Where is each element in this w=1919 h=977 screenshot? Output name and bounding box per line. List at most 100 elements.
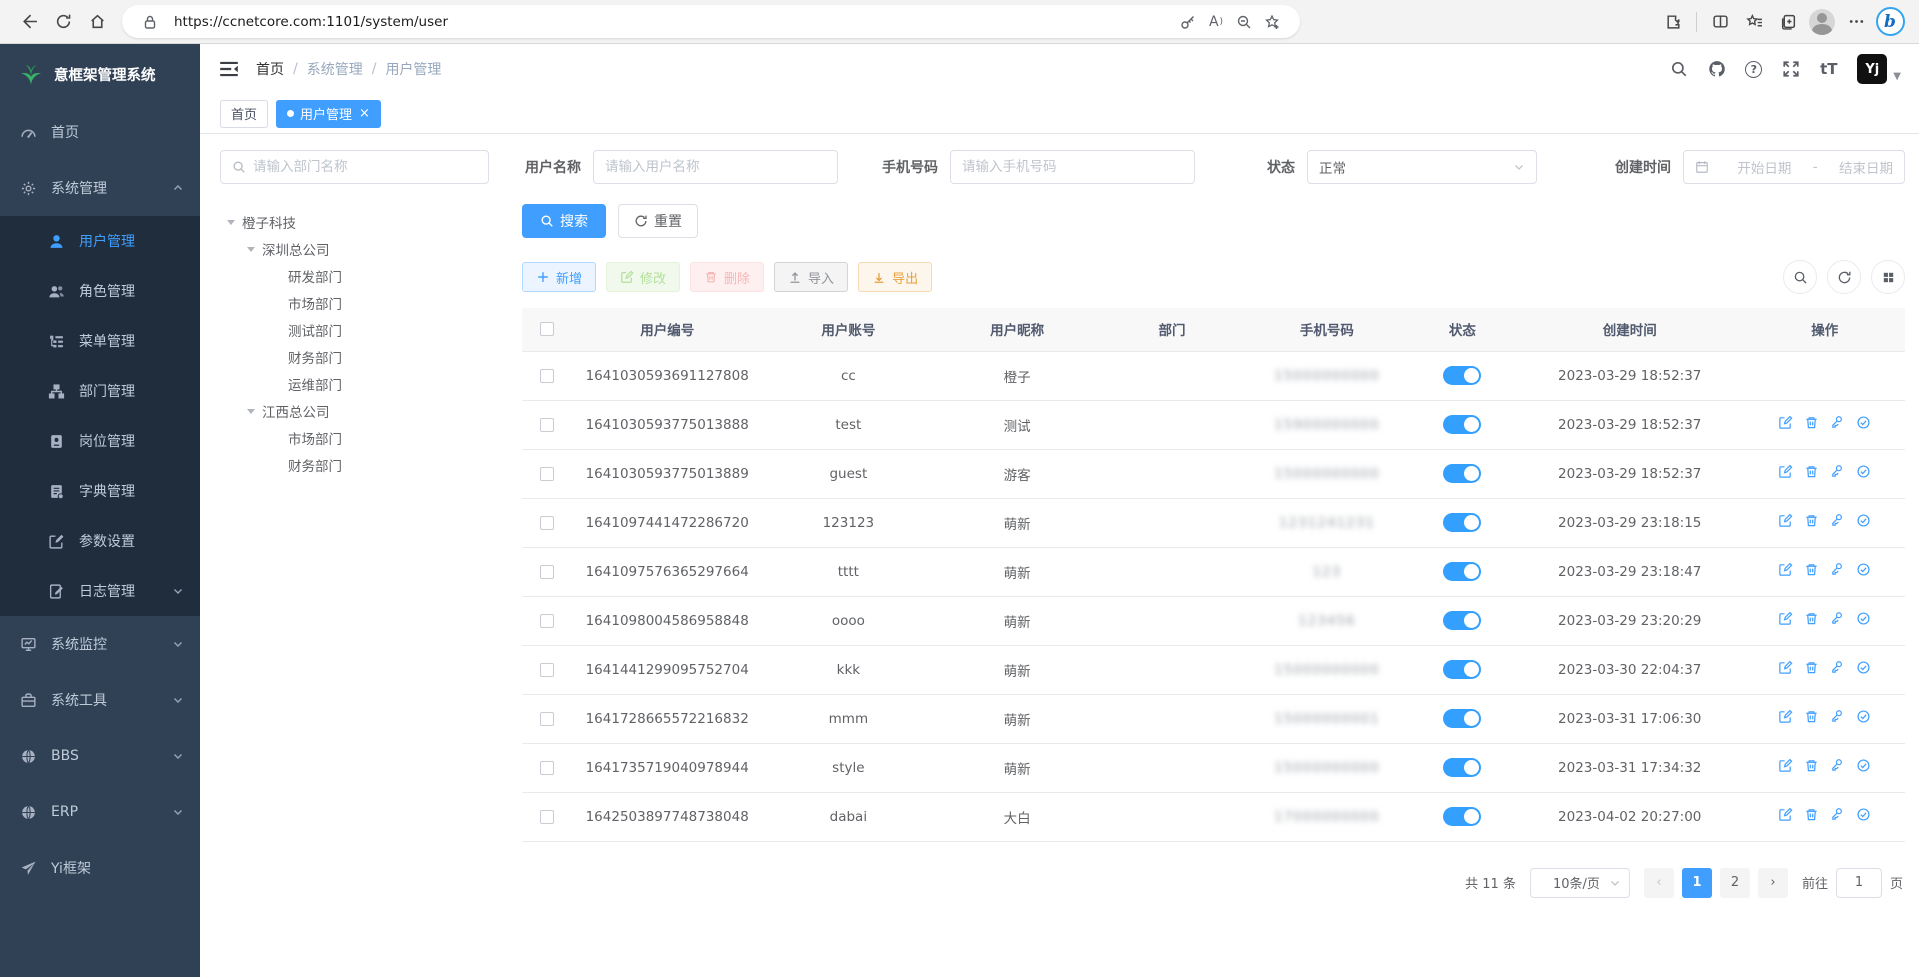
select-all-checkbox[interactable] — [540, 322, 554, 336]
status-toggle[interactable] — [1443, 758, 1481, 777]
password-key-icon[interactable] — [1174, 8, 1202, 36]
assign-role-icon[interactable] — [1856, 660, 1871, 675]
reset-password-icon[interactable] — [1830, 709, 1845, 724]
delete-user-icon[interactable] — [1804, 709, 1819, 724]
delete-user-icon[interactable] — [1804, 464, 1819, 479]
edit-user-icon[interactable] — [1778, 464, 1793, 479]
sidebar-item-roles[interactable]: 角色管理 — [0, 266, 200, 316]
tree-node[interactable]: 市场部门 — [220, 289, 492, 316]
prev-page-button[interactable]: ‹ — [1644, 868, 1674, 898]
edit-user-icon[interactable] — [1778, 513, 1793, 528]
delete-user-icon[interactable] — [1804, 415, 1819, 430]
url-text[interactable]: https://ccnetcore.com:1101/system/user — [174, 14, 1174, 30]
export-button[interactable]: 导出 — [858, 262, 932, 292]
reset-password-icon[interactable] — [1830, 758, 1845, 773]
user-avatar[interactable]: Yj ▼ — [1857, 54, 1901, 84]
edit-user-icon[interactable] — [1778, 807, 1793, 822]
phone-field[interactable] — [950, 150, 1195, 184]
assign-role-icon[interactable] — [1856, 513, 1871, 528]
split-screen-icon[interactable] — [1703, 5, 1737, 39]
assign-role-icon[interactable] — [1856, 758, 1871, 773]
sidebar-item-system[interactable]: 系统管理 — [0, 160, 200, 216]
tree-node[interactable]: 测试部门 — [220, 316, 492, 343]
edit-user-icon[interactable] — [1778, 660, 1793, 675]
edit-user-icon[interactable] — [1778, 611, 1793, 626]
delete-user-icon[interactable] — [1804, 513, 1819, 528]
tree-node[interactable]: 研发部门 — [220, 262, 492, 289]
search-icon[interactable] — [1669, 60, 1688, 79]
tree-node[interactable]: 财务部门 — [220, 451, 492, 478]
search-button[interactable]: 搜索 — [522, 204, 606, 238]
delete-button[interactable]: 删除 — [690, 262, 764, 292]
sidebar-item-logs[interactable]: 日志管理 — [0, 566, 200, 616]
status-toggle[interactable] — [1443, 513, 1481, 532]
import-button[interactable]: 导入 — [774, 262, 848, 292]
sidebar-item-users[interactable]: 用户管理 — [0, 216, 200, 266]
favorite-star-icon[interactable] — [1258, 8, 1286, 36]
tree-node[interactable]: 财务部门 — [220, 343, 492, 370]
reset-password-icon[interactable] — [1830, 562, 1845, 577]
breadcrumb-section[interactable]: 系统管理 — [307, 59, 363, 79]
assign-role-icon[interactable] — [1856, 464, 1871, 479]
sidebar-fold-icon[interactable] — [218, 58, 240, 80]
row-checkbox[interactable] — [540, 614, 554, 628]
sidebar-item-bbs[interactable]: BBS — [0, 728, 200, 784]
refresh-table-button[interactable] — [1827, 260, 1861, 294]
row-checkbox[interactable] — [540, 516, 554, 530]
reset-password-icon[interactable] — [1830, 807, 1845, 822]
delete-user-icon[interactable] — [1804, 562, 1819, 577]
reset-password-icon[interactable] — [1830, 415, 1845, 430]
date-end-placeholder[interactable]: 结束日期 — [1839, 157, 1893, 177]
modify-button[interactable]: 修改 — [606, 262, 680, 292]
browser-profile-avatar[interactable] — [1805, 5, 1839, 39]
row-checkbox[interactable] — [540, 565, 554, 579]
sidebar-item-home[interactable]: 首页 — [0, 104, 200, 160]
next-page-button[interactable]: › — [1758, 868, 1788, 898]
sidebar-item-monitor[interactable]: 系统监控 — [0, 616, 200, 672]
edit-user-icon[interactable] — [1778, 415, 1793, 430]
delete-user-icon[interactable] — [1804, 611, 1819, 626]
reset-password-icon[interactable] — [1830, 513, 1845, 528]
reset-password-icon[interactable] — [1830, 660, 1845, 675]
fullscreen-icon[interactable] — [1781, 60, 1800, 79]
phone-input[interactable] — [962, 159, 1183, 175]
username-input[interactable] — [605, 159, 826, 175]
back-icon[interactable] — [12, 5, 46, 39]
row-checkbox[interactable] — [540, 467, 554, 481]
breadcrumb-home[interactable]: 首页 — [256, 59, 284, 79]
goto-page-input[interactable] — [1836, 868, 1882, 898]
sidebar-item-menus[interactable]: 菜单管理 — [0, 316, 200, 366]
add-button[interactable]: 新增 — [522, 262, 596, 292]
status-toggle[interactable] — [1443, 366, 1481, 385]
assign-role-icon[interactable] — [1856, 415, 1871, 430]
toggle-search-button[interactable] — [1783, 260, 1817, 294]
delete-user-icon[interactable] — [1804, 807, 1819, 822]
help-icon[interactable]: ? — [1745, 61, 1762, 78]
status-toggle[interactable] — [1443, 660, 1481, 679]
zoom-out-icon[interactable] — [1230, 8, 1258, 36]
reset-password-icon[interactable] — [1830, 611, 1845, 626]
tree-node[interactable]: 深圳总公司 — [220, 235, 492, 262]
edit-user-icon[interactable] — [1778, 709, 1793, 724]
page-button-1[interactable]: 1 — [1682, 868, 1712, 898]
edit-user-icon[interactable] — [1778, 562, 1793, 577]
status-toggle[interactable] — [1443, 464, 1481, 483]
tree-node[interactable]: 市场部门 — [220, 424, 492, 451]
date-range-picker[interactable]: 开始日期 - 结束日期 — [1683, 150, 1905, 184]
copilot-bing-icon[interactable]: b — [1873, 5, 1907, 39]
refresh-icon[interactable] — [46, 5, 80, 39]
tree-node[interactable]: 运维部门 — [220, 370, 492, 397]
delete-user-icon[interactable] — [1804, 660, 1819, 675]
dept-search-box[interactable] — [220, 150, 489, 184]
row-checkbox[interactable] — [540, 663, 554, 677]
reset-button[interactable]: 重置 — [618, 204, 698, 238]
tree-node[interactable]: 江西总公司 — [220, 397, 492, 424]
edit-user-icon[interactable] — [1778, 758, 1793, 773]
status-toggle[interactable] — [1443, 807, 1481, 826]
collections-icon[interactable] — [1771, 5, 1805, 39]
tree-node[interactable]: 橙子科技 — [220, 208, 492, 235]
date-start-placeholder[interactable]: 开始日期 — [1737, 157, 1791, 177]
sidebar-item-posts[interactable]: 岗位管理 — [0, 416, 200, 466]
page-button-2[interactable]: 2 — [1720, 868, 1750, 898]
sidebar-item-departments[interactable]: 部门管理 — [0, 366, 200, 416]
